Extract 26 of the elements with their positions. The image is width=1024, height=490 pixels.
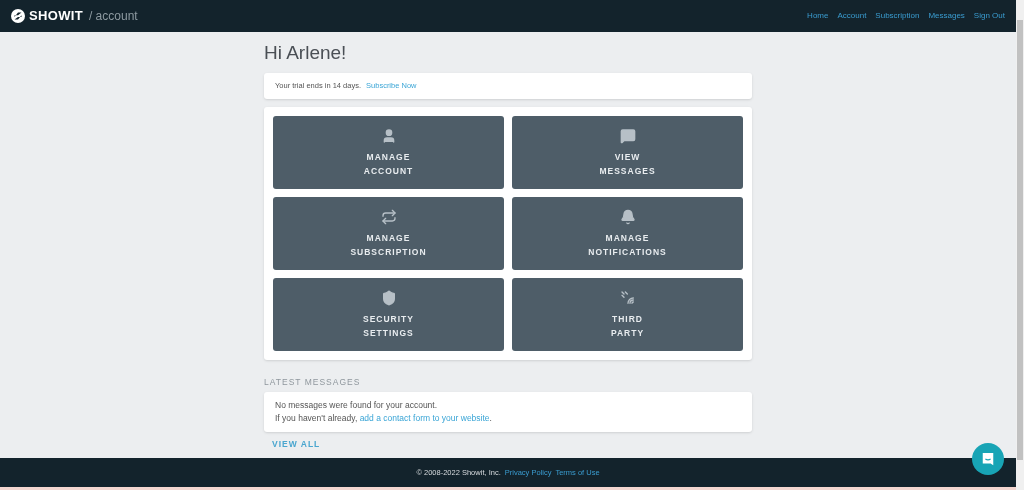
menu-tile[interactable]: MANAGE NOTIFICATIONS	[512, 197, 743, 270]
nav-link[interactable]: Sign Out	[973, 10, 1005, 22]
chat-icon	[619, 127, 636, 144]
shield-icon	[380, 289, 397, 306]
logo-text: SHOWIT	[29, 7, 83, 26]
greeting: Hi Arlene!	[264, 41, 348, 65]
contact-form-hint: If you haven't already, add a contact form to your website.	[275, 411, 493, 425]
signal-waves-icon	[619, 289, 636, 306]
menu-tile[interactable]: THIRD PARTY	[512, 278, 743, 351]
chat-launcher-button[interactable]	[972, 443, 1004, 475]
nav-link[interactable]: Messages	[928, 10, 965, 22]
nav-link[interactable]: Home	[807, 10, 829, 22]
section-label: / account	[88, 8, 138, 25]
chat-icon	[981, 452, 995, 466]
bell-icon	[619, 208, 636, 225]
logo-icon	[11, 9, 25, 23]
menu-tile[interactable]: MANAGE ACCOUNT	[273, 116, 504, 189]
menu-tile[interactable]: MANAGE SUBSCRIPTION	[273, 197, 504, 270]
nav-link[interactable]: Account	[837, 10, 867, 22]
section-heading: LATEST MESSAGES	[264, 376, 362, 389]
no-messages-text: No messages were found for your account.	[275, 398, 439, 412]
contact-form-link[interactable]: add a contact form to your website	[359, 412, 490, 423]
nav-link[interactable]: Subscription	[875, 10, 920, 22]
menu-tile[interactable]: VIEW MESSAGES	[512, 116, 743, 189]
repeat-icon	[380, 208, 397, 225]
menu-tile[interactable]: SECURITY SETTINGS	[273, 278, 504, 351]
